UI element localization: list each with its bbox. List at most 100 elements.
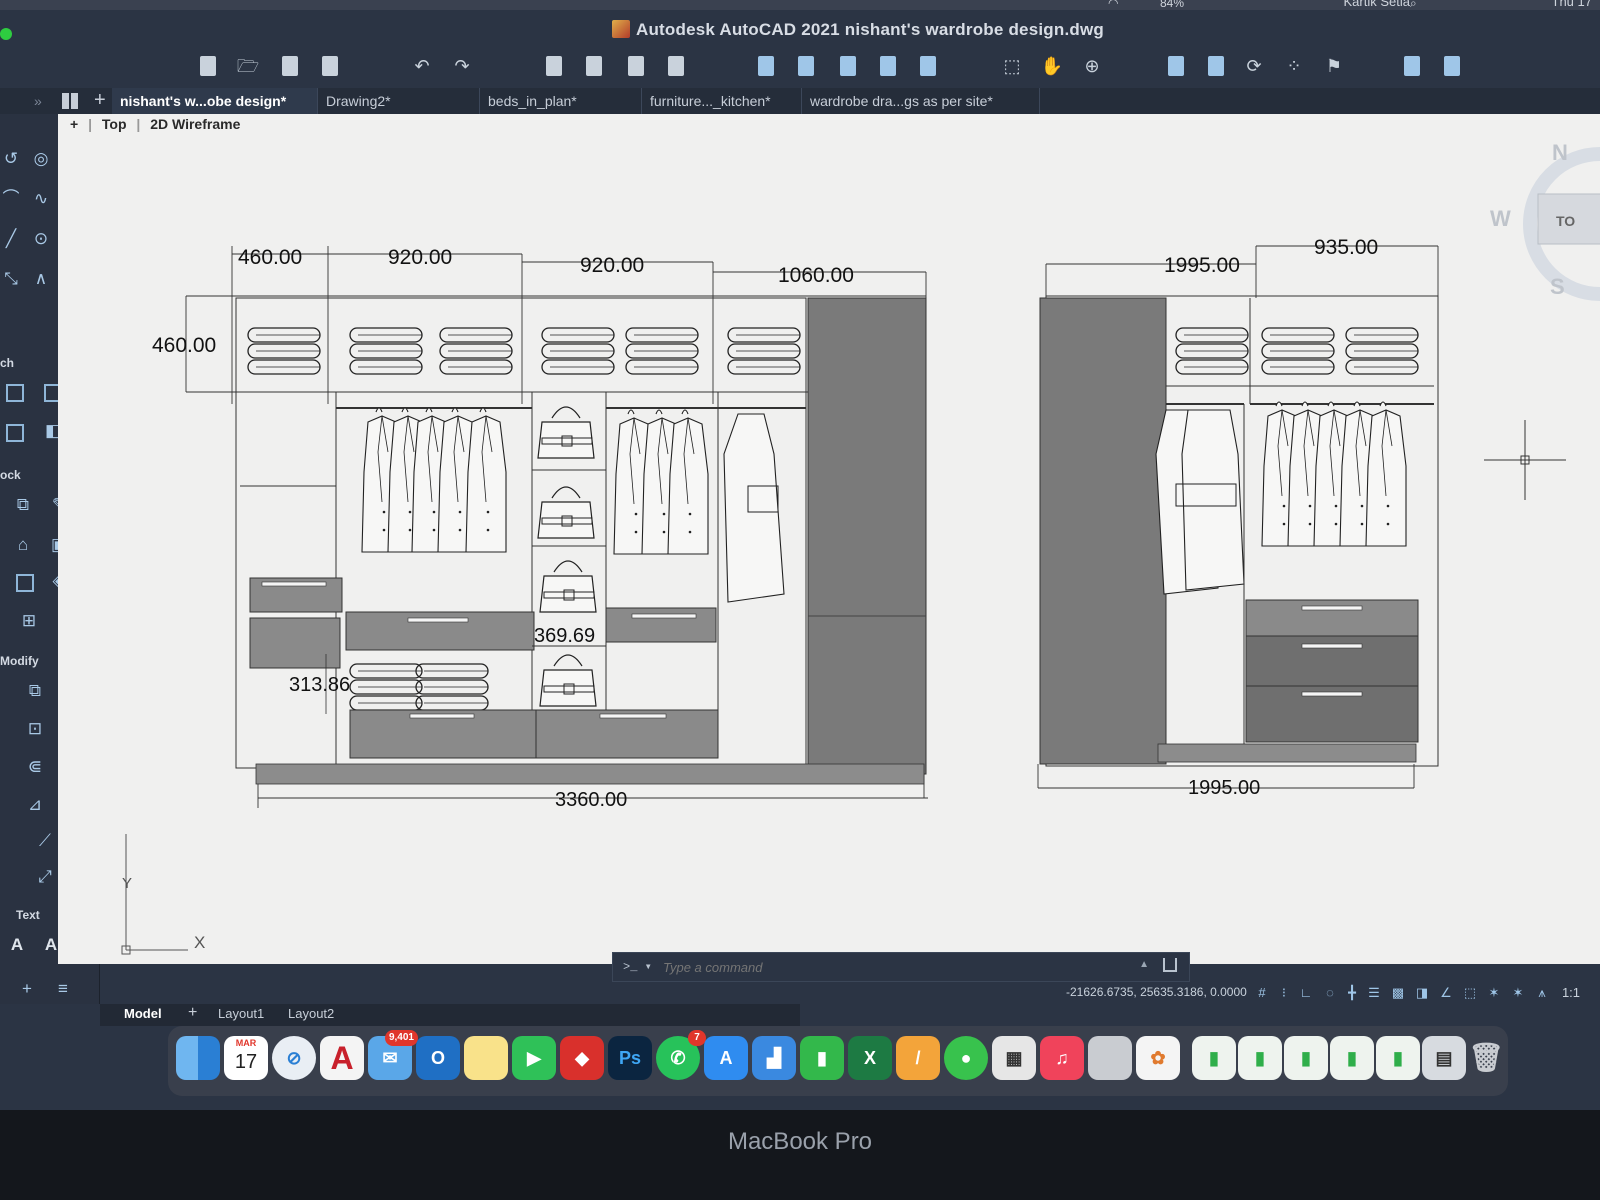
numbers-file-1-icon[interactable]: ▮ bbox=[1192, 1036, 1236, 1080]
new-file-icon[interactable] bbox=[200, 56, 216, 76]
start-tab-grid-icon[interactable] bbox=[62, 93, 78, 109]
annotation-visibility-icon[interactable]: ✶ bbox=[1486, 985, 1502, 1001]
numbers-file-2-icon[interactable]: ▮ bbox=[1238, 1036, 1282, 1080]
whatsapp-icon[interactable]: ✆ 7 bbox=[656, 1030, 706, 1080]
annotation-scale-value[interactable]: 1:1 bbox=[1556, 985, 1586, 1001]
circle-icon[interactable]: ◎ bbox=[30, 148, 52, 170]
open-folder-icon[interactable]: 🗁 bbox=[236, 54, 260, 78]
ellipse-icon[interactable]: ⊙ bbox=[30, 228, 52, 250]
spline-icon[interactable]: ∿ bbox=[30, 188, 52, 210]
stretch-icon[interactable]: ⊡ bbox=[24, 718, 46, 740]
mail-icon[interactable]: ✉ 9,401 bbox=[368, 1030, 418, 1080]
render-icon[interactable]: ⚑ bbox=[1322, 54, 1346, 78]
command-input[interactable] bbox=[663, 958, 1103, 976]
command-history-caret-icon[interactable]: ▲ bbox=[1139, 959, 1149, 970]
scale-icon[interactable]: ⤢ bbox=[34, 866, 56, 888]
numbers-file-3-icon[interactable]: ▮ bbox=[1284, 1036, 1328, 1080]
measure-icon[interactable]: ⊿ bbox=[24, 794, 46, 816]
autocad-dock-icon[interactable]: A bbox=[320, 1036, 364, 1080]
export-icon[interactable] bbox=[798, 56, 814, 76]
keynote-icon[interactable]: ▟ bbox=[752, 1036, 796, 1080]
navigation-cube[interactable]: TO W N S bbox=[1490, 140, 1600, 301]
pan-hand-icon[interactable]: ✋ bbox=[1040, 54, 1064, 78]
photos-icon[interactable]: ✿ bbox=[1136, 1036, 1180, 1080]
redo-icon[interactable]: ↷ bbox=[450, 54, 474, 78]
dim-top-935[interactable]: 935.00 bbox=[1314, 236, 1378, 259]
viewcube-top-face[interactable]: TO bbox=[1556, 213, 1575, 229]
copy-icon[interactable]: ⧉ bbox=[24, 680, 46, 702]
ortho-toggle-icon[interactable]: ∟ bbox=[1298, 985, 1314, 1001]
right-elevation[interactable]: 1995.00 935.00 1995.00 bbox=[1037, 236, 1439, 799]
dim-bottom-1995[interactable]: 1995.00 bbox=[1188, 777, 1260, 799]
line-icon[interactable]: ╱ bbox=[0, 228, 22, 250]
wblock-icon[interactable]: ⊞ bbox=[18, 610, 40, 632]
zoom-window-icon[interactable]: ⬚ bbox=[1000, 54, 1024, 78]
tab-beds-in-plan[interactable]: beds_in_plan* bbox=[480, 88, 642, 114]
compass-north[interactable]: N bbox=[1552, 140, 1568, 165]
tag-icon[interactable]: ⌂ bbox=[12, 534, 34, 556]
grid-toggle-icon[interactable]: # bbox=[1254, 985, 1270, 1001]
calendar-icon[interactable]: MAR 17 bbox=[224, 1036, 268, 1080]
dim-top-460[interactable]: 460.00 bbox=[238, 246, 302, 269]
break-icon[interactable]: ⟋ bbox=[34, 830, 56, 852]
snap-toggle-icon[interactable]: ⁝ bbox=[1276, 985, 1292, 1001]
curve-icon[interactable]: ⌒ bbox=[0, 188, 22, 210]
calculator-icon[interactable]: ▦ bbox=[992, 1036, 1036, 1080]
cad-drawing[interactable]: 313.86 369.69 460.00 920.00 920.00 1060.… bbox=[58, 114, 1600, 964]
outlook-icon[interactable]: O bbox=[416, 1036, 460, 1080]
excel-icon[interactable]: X bbox=[848, 1036, 892, 1080]
dim-top-1995[interactable]: 1995.00 bbox=[1164, 254, 1240, 277]
dim-side-460[interactable]: 460.00 bbox=[152, 334, 216, 357]
ray-icon[interactable]: ⤡ bbox=[0, 268, 22, 290]
refresh-icon[interactable]: ⟳ bbox=[1242, 54, 1266, 78]
music-icon[interactable]: ♫ bbox=[1040, 1036, 1084, 1080]
tab-layout2[interactable]: Layout2 bbox=[288, 1006, 334, 1021]
dynamic-ucs-icon[interactable]: ∠ bbox=[1438, 985, 1454, 1001]
new-tab-plus-icon[interactable]: + bbox=[94, 88, 106, 112]
compass-south[interactable]: S bbox=[1550, 274, 1565, 299]
battery-status[interactable]: 84% bbox=[1160, 0, 1184, 10]
workspace-icon[interactable] bbox=[1404, 56, 1420, 76]
offset-icon[interactable]: ⋐ bbox=[24, 756, 46, 778]
customize-icon[interactable] bbox=[1444, 56, 1460, 76]
transparency-toggle-icon[interactable]: ▩ bbox=[1390, 985, 1406, 1001]
safari-icon[interactable]: ⊘ bbox=[272, 1036, 316, 1080]
properties-icon[interactable] bbox=[1168, 56, 1184, 76]
revcloud-icon[interactable]: ∧ bbox=[30, 268, 52, 290]
import-icon[interactable] bbox=[758, 56, 774, 76]
command-share-icon[interactable] bbox=[1163, 958, 1177, 972]
polar-toggle-icon[interactable]: ◌ bbox=[1322, 985, 1338, 1001]
numbers-icon[interactable]: ▮ bbox=[800, 1036, 844, 1080]
dim-top-1060[interactable]: 1060.00 bbox=[778, 264, 854, 287]
multiline-text-icon[interactable]: A bbox=[6, 934, 28, 956]
wifi-icon[interactable]: ◠ bbox=[1108, 0, 1118, 10]
undo-icon[interactable]: ↶ bbox=[410, 54, 434, 78]
command-line[interactable]: >_ ▾ ▲ bbox=[612, 952, 1190, 982]
menubar-user[interactable]: Kartik Setia bbox=[1344, 0, 1410, 9]
selection-cycling-icon[interactable]: ◨ bbox=[1414, 985, 1430, 1001]
downloads-stack-icon[interactable]: ▤ bbox=[1422, 1036, 1466, 1080]
pages-icon[interactable]: / bbox=[896, 1036, 940, 1080]
lineweight-toggle-icon[interactable]: ☰ bbox=[1366, 985, 1382, 1001]
dim-bottom-3360[interactable]: 3360.00 bbox=[555, 789, 627, 811]
facetime-icon[interactable]: ▶ bbox=[512, 1036, 556, 1080]
hatch-icon[interactable] bbox=[6, 384, 24, 402]
batch-plot-icon[interactable] bbox=[586, 56, 602, 76]
numbers-file-5-icon[interactable]: ▮ bbox=[1376, 1036, 1420, 1080]
palette-menu-icon[interactable]: ≡ bbox=[52, 978, 74, 1000]
plot-icon[interactable] bbox=[546, 56, 562, 76]
command-prompt-icon[interactable]: >_ ▾ bbox=[623, 959, 652, 974]
create-block-icon[interactable] bbox=[16, 574, 34, 592]
numbers-file-4-icon[interactable]: ▮ bbox=[1330, 1036, 1374, 1080]
left-elevation[interactable]: 313.86 369.69 460.00 920.00 920.00 1060.… bbox=[152, 246, 928, 811]
plot-preview-icon[interactable] bbox=[628, 56, 644, 76]
app-store-icon[interactable]: A bbox=[704, 1036, 748, 1080]
tab-furniture-kitchen[interactable]: furniture..._kitchen* bbox=[642, 88, 802, 114]
finder-icon[interactable] bbox=[176, 1036, 220, 1080]
annotation-scale-icon[interactable]: ⩚ bbox=[1534, 985, 1550, 1001]
match-props-icon[interactable]: ⁘ bbox=[1282, 54, 1306, 78]
compass-west[interactable]: W bbox=[1490, 206, 1511, 231]
attach-icon[interactable] bbox=[840, 56, 856, 76]
expand-chevron-icon[interactable]: » bbox=[34, 88, 42, 114]
save-as-icon[interactable] bbox=[322, 56, 338, 76]
